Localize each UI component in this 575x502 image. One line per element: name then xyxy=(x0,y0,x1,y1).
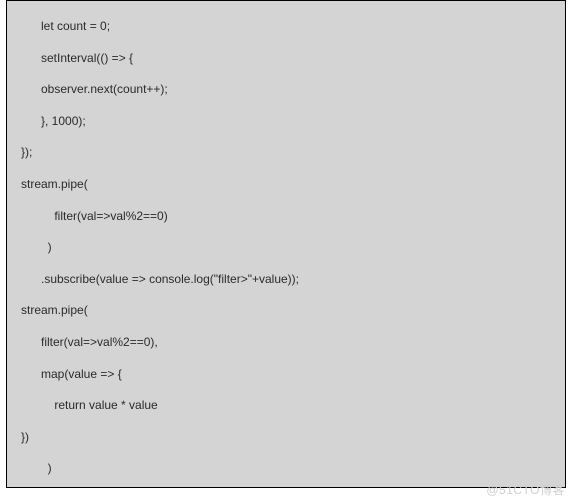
code-line: ) xyxy=(21,453,551,485)
watermark-text: @51CTO博客 xyxy=(486,481,565,498)
code-line: .subscribe(value => console.log("filter>… xyxy=(21,264,551,296)
code-block: let count = 0; setInterval(() => { obser… xyxy=(6,0,566,488)
code-line: observer.next(count++); xyxy=(21,74,551,106)
code-line: return value * value xyxy=(21,390,551,422)
code-line: }) xyxy=(21,422,551,454)
page-frame: let count = 0; setInterval(() => { obser… xyxy=(0,0,575,502)
code-line: filter(val=>val%2==0) xyxy=(21,201,551,233)
code-line: }, 1000); xyxy=(21,106,551,138)
code-line: ) xyxy=(21,232,551,264)
code-line: let count = 0; xyxy=(21,11,551,43)
code-line: .subscribe(value => console.log("map>"+v… xyxy=(21,485,551,488)
code-line: }); xyxy=(21,137,551,169)
code-line: filter(val=>val%2==0), xyxy=(21,327,551,359)
code-line: setInterval(() => { xyxy=(21,43,551,75)
code-line: stream.pipe( xyxy=(21,169,551,201)
code-line: stream.pipe( xyxy=(21,295,551,327)
code-line: map(value => { xyxy=(21,359,551,391)
